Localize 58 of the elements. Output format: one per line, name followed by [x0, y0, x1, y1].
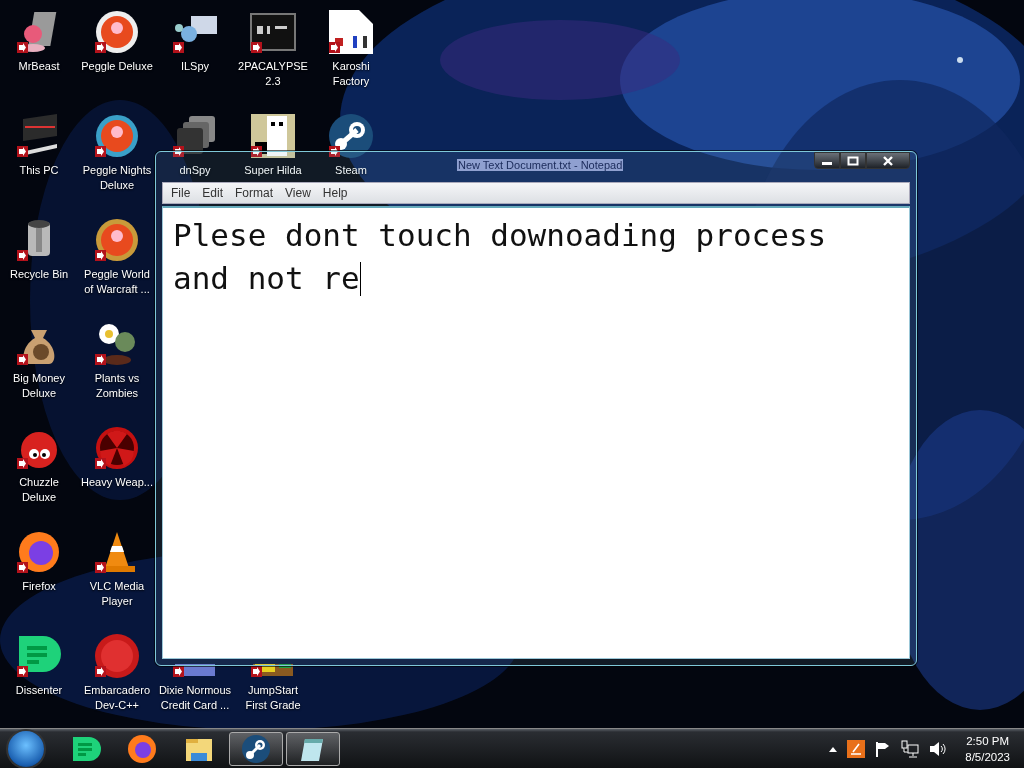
icon-label[interactable]: dnSpy	[158, 163, 232, 178]
taskbar-button[interactable]	[229, 731, 283, 766]
icon-label[interactable]: Peggle Nights Deluxe	[80, 163, 154, 193]
icon-label[interactable]: JumpStart First Grade	[236, 683, 310, 713]
ball-icon[interactable]	[93, 8, 141, 56]
text-area[interactable]: Plese dont touch downoading process and not re	[162, 206, 910, 659]
menu-item[interactable]: Edit	[196, 186, 230, 200]
icon-label[interactable]: ILSpy	[158, 59, 232, 74]
taskbar-button[interactable]	[286, 731, 340, 766]
text-line: Plese dont touch downoading process	[173, 216, 827, 255]
disc-icon[interactable]	[93, 632, 141, 680]
maximize-icon	[847, 155, 859, 166]
icon-label[interactable]: Plants vs Zombies	[80, 371, 154, 401]
close-button[interactable]	[866, 152, 910, 169]
network-icon[interactable]	[901, 739, 920, 758]
minimize-icon	[822, 162, 832, 165]
icon-label[interactable]: Big Money Deluxe	[2, 371, 76, 401]
icon-label[interactable]: Firefox	[2, 579, 76, 594]
clock-time: 2:50 PM	[965, 733, 1010, 749]
volume-icon[interactable]	[929, 740, 948, 757]
icon-label[interactable]: Chuzzle Deluxe	[2, 475, 76, 505]
browser-icon	[126, 732, 158, 765]
circle-logo-icon	[240, 732, 272, 765]
text-line: and not re	[173, 259, 360, 298]
menu-item[interactable]: View	[279, 186, 317, 200]
ball-icon[interactable]	[93, 112, 141, 160]
radiation-icon[interactable]	[93, 424, 141, 472]
menu-item[interactable]: Format	[229, 186, 280, 200]
icon-label[interactable]: Dixie Normous Credit Card ...	[158, 683, 232, 713]
icon-label[interactable]: Heavy Weap...	[80, 475, 154, 490]
icon-label[interactable]: Embarcadero Dev-C++	[80, 683, 154, 713]
icon-label[interactable]: Steam	[314, 163, 388, 178]
icon-label[interactable]: Peggle World of Warcraft ...	[80, 267, 154, 297]
maximize-button[interactable]	[840, 152, 866, 169]
caret-icon[interactable]	[829, 745, 838, 752]
icon-label[interactable]: Super Hilda	[236, 163, 310, 178]
minimize-button[interactable]	[814, 152, 840, 169]
icon-label[interactable]: Karoshi Factory	[314, 59, 388, 89]
icon-label[interactable]: Peggle Deluxe	[80, 59, 154, 74]
icon-label[interactable]: MrBeast	[2, 59, 76, 74]
icon-label[interactable]: This PC	[2, 163, 76, 178]
icon-label[interactable]: 2PACALYPSE 2.3	[236, 59, 310, 89]
ball-icon[interactable]	[93, 216, 141, 264]
clock[interactable]: 2:50 PM 8/5/2023	[965, 732, 1010, 765]
pen-icon[interactable]	[847, 739, 866, 758]
circle-logo-icon[interactable]	[327, 112, 375, 160]
menu-item[interactable]: Help	[316, 186, 354, 200]
document-icon[interactable]	[327, 8, 375, 56]
start-button[interactable]	[8, 730, 44, 767]
window-title: New Text Document.txt - Notepad	[457, 159, 624, 171]
icon-label[interactable]: Dissenter	[2, 683, 76, 698]
text-cursor	[359, 261, 361, 296]
clock-date: 8/5/2023	[965, 749, 1010, 765]
icon-label[interactable]: VLC Media Player	[80, 579, 154, 609]
icon-label[interactable]: Recycle Bin	[2, 267, 76, 282]
menu-item[interactable]: File	[165, 186, 197, 200]
pixel-art-icon[interactable]	[249, 112, 297, 160]
close-icon	[882, 155, 894, 166]
